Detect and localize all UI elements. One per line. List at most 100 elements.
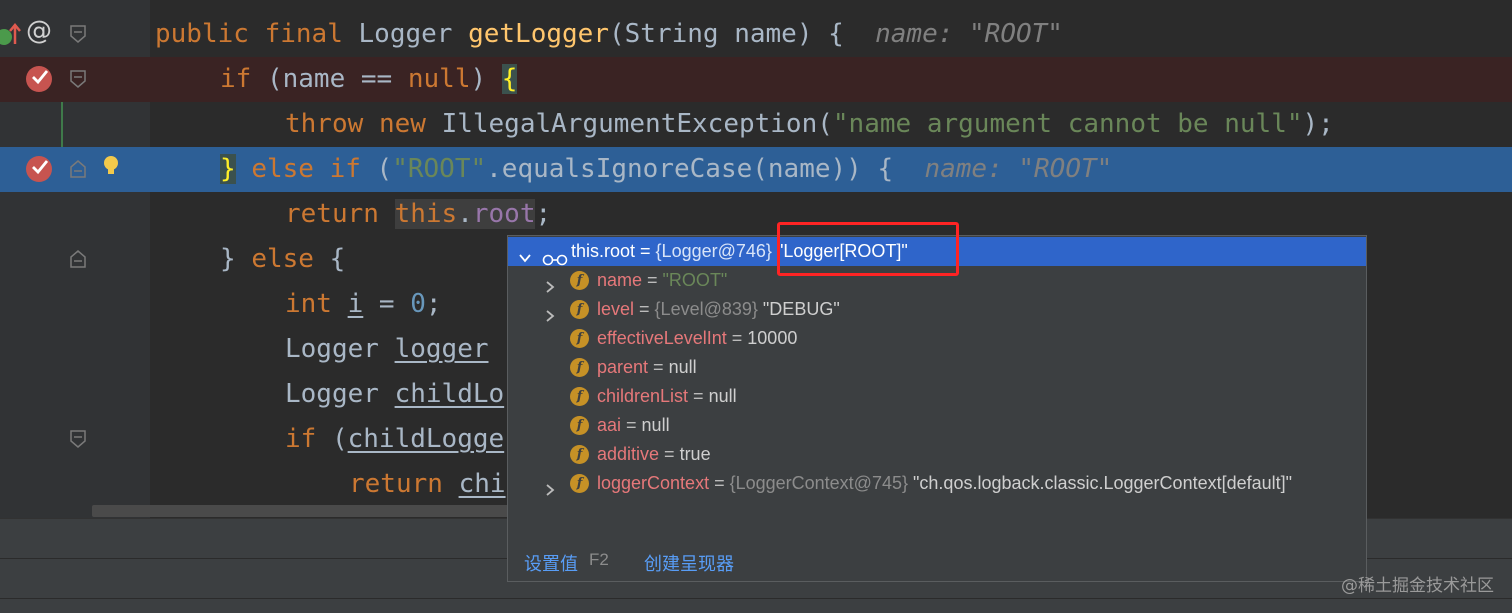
token: ( [316,424,348,454]
code-line-3[interactable]: throw new IllegalArgumentException("name… [0,102,1512,147]
code-text: Logger childLo [285,372,504,417]
tree-row-field[interactable]: f parent = null [508,353,1366,382]
token: return [349,469,443,499]
horizontal-scrollbar[interactable] [92,505,532,517]
token: { [329,244,346,274]
token: root [472,199,536,229]
token: return [285,199,379,229]
token: Logger [358,19,453,49]
breakpoint-icon[interactable] [26,66,52,92]
field-expression: effectiveLevelInt = 10000 [597,324,797,353]
fold-icon[interactable] [70,430,86,448]
fold-end-icon[interactable] [70,160,86,178]
code-line-1[interactable]: @ public final Logger getLogger(String n… [0,12,1512,57]
override-icon[interactable] [0,22,22,52]
token: if [220,64,252,94]
chevron-right-icon[interactable] [543,477,557,496]
field-icon: f [570,445,589,464]
object-ref: {Level@839} [654,299,758,319]
token: ; [425,289,442,319]
fold-end-icon[interactable] [70,250,86,268]
token: final [264,19,343,49]
token: (String name) { [608,19,844,49]
code-line-5[interactable]: return this.root; [0,192,1512,237]
token: "ROOT" [392,154,487,184]
token: chi [458,469,506,499]
field-expression: parent = null [597,353,697,382]
code-line-4-current[interactable]: } else if ("ROOT".equalsIgnoreCase(name)… [0,147,1512,192]
var-name: this.root [571,241,636,261]
field-name: additive [597,444,660,464]
field-icon: f [570,358,589,377]
inline-debug-hint: name: "ROOT" [924,154,1113,184]
status-bar-bottom [0,598,1512,613]
field-name: aai [597,415,622,435]
field-value: "ch.qos.logback.classic.LoggerContext[de… [913,473,1293,493]
chevron-right-icon[interactable] [543,274,557,293]
code-text: Logger logger [285,327,489,372]
token: else [251,244,314,274]
debug-value-popup[interactable]: this.root = {Logger@746} "Logger[ROOT]" … [507,235,1367,582]
field-expression: additive = true [597,440,711,469]
matched-brace: } [220,154,236,184]
equals-sign: = [659,444,680,464]
code-text: if (childLogge [285,417,504,462]
at-annotation-icon[interactable]: @ [26,16,52,46]
field-expression: loggerContext = {LoggerContext@745} "ch.… [597,469,1292,498]
field-name: effectiveLevelInt [597,328,727,348]
token: ( [360,154,393,184]
field-value: null [641,415,670,435]
equals-sign: = [634,299,655,319]
chevron-right-icon[interactable] [543,303,557,322]
token: ) [470,64,502,94]
matched-brace: { [501,64,518,94]
token: 0 [410,289,426,319]
tree-row-field[interactable]: f additive = true [508,440,1366,469]
create-renderer-link[interactable]: 创建呈现器 [644,550,734,576]
breakpoint-icon[interactable] [26,156,52,182]
equals-sign: = [635,241,656,261]
token: if [329,154,361,184]
field-icon: f [570,387,589,406]
field-expression: name = "ROOT" [597,266,727,295]
set-value-link[interactable]: 设置值 [524,550,578,576]
token: else [251,154,314,184]
code-text: } else { [220,237,345,282]
field-icon: f [570,300,589,319]
token: "name argument cannot be null" [832,109,1303,139]
popup-footer: 设置值 F2 创建呈现器 [508,546,1366,580]
token: Logger [285,379,379,409]
token: getLogger [468,19,609,49]
field-icon: f [570,474,589,493]
tree-row-field[interactable]: f loggerContext = {LoggerContext@745} "ch… [508,469,1366,498]
fold-icon[interactable] [70,70,86,88]
tree-row-field[interactable]: f childrenList = null [508,382,1366,411]
tree-row-field[interactable]: f effectiveLevelInt = 10000 [508,324,1366,353]
evaluated-expression[interactable]: this.root [394,199,536,229]
field-expression: aai = null [597,411,670,440]
token: int [285,289,332,319]
lightbulb-icon[interactable] [103,155,119,175]
token: childLo [394,379,505,409]
code-text: throw new IllegalArgumentException("name… [285,102,1334,147]
token: .equalsIgnoreCase(name)) { [486,154,894,184]
token: ); [1302,109,1334,139]
equals-sign: = [709,473,730,493]
code-line-2[interactable]: if (name == null) { [0,57,1512,102]
code-text: public final Logger getLogger(String nam… [155,12,1063,57]
code-text: return this.root; [285,192,551,237]
field-icon: f [570,416,589,435]
token: logger [394,334,489,364]
watermark: @稀土掘金技术社区 [1341,576,1494,596]
object-ref: {Logger@746} [655,241,772,261]
highlight-annotation-box [777,222,959,276]
token: (name == [251,64,408,94]
chevron-down-icon[interactable] [518,245,532,263]
set-value-shortcut: F2 [589,550,609,569]
tree-row-field[interactable]: f level = {Level@839} "DEBUG" [508,295,1366,324]
field-name: parent [597,357,649,377]
tree-row-field[interactable]: f aai = null [508,411,1366,440]
equals-sign: = [621,415,642,435]
token: new [378,109,426,139]
fold-icon[interactable] [70,25,86,43]
